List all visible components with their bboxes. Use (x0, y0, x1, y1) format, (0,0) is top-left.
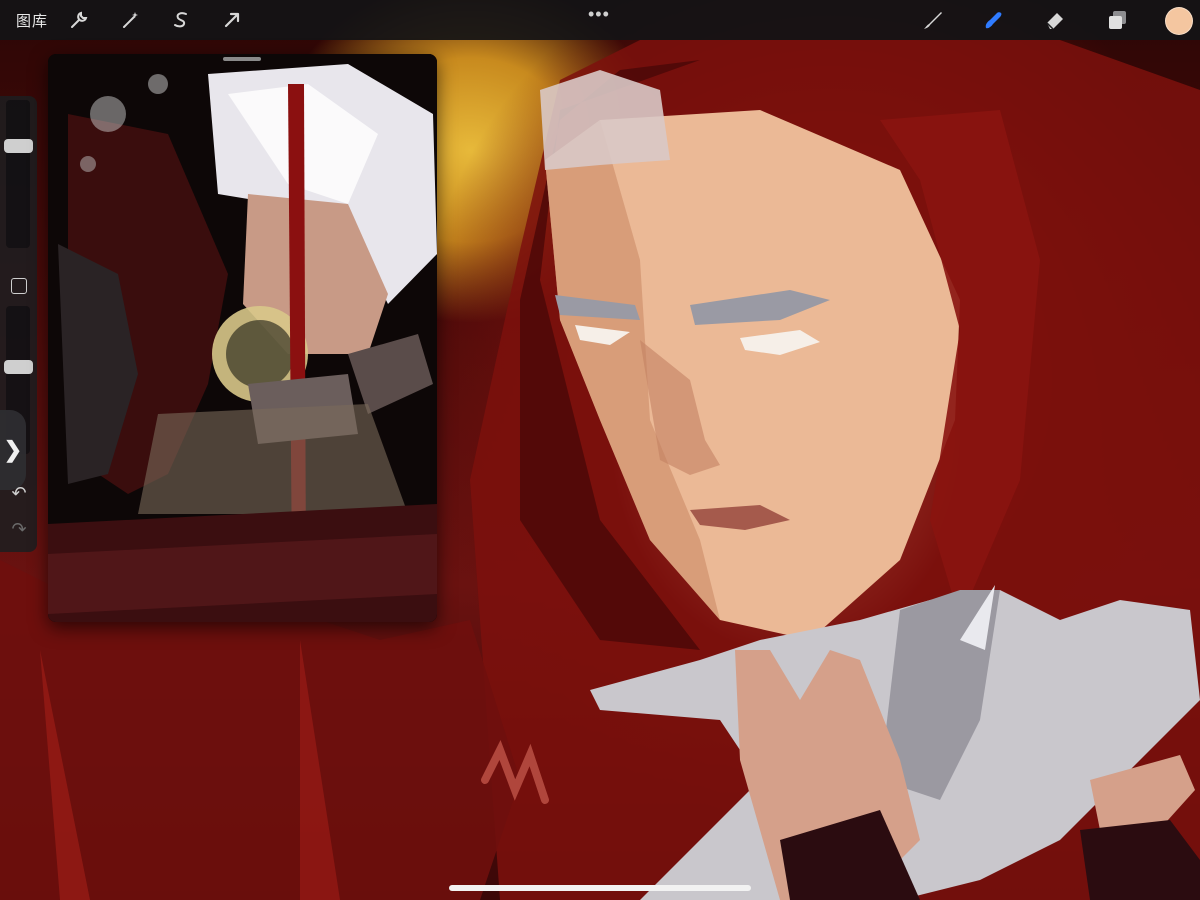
reference-window[interactable] (48, 54, 437, 622)
top-toolbar: 图库 ••• (0, 0, 1200, 40)
reference-window-grabber[interactable] (223, 57, 261, 61)
modify-button[interactable] (11, 278, 27, 294)
wrench-icon[interactable] (66, 7, 92, 33)
reference-image (48, 54, 437, 622)
color-swatch[interactable] (1165, 7, 1193, 35)
home-indicator[interactable] (449, 885, 751, 891)
magic-wand-icon[interactable] (118, 7, 144, 33)
brush-size-slider[interactable] (4, 100, 33, 248)
brush-icon[interactable] (920, 7, 946, 33)
redo-button[interactable]: ↷ (10, 518, 28, 539)
more-options-button[interactable]: ••• (588, 4, 610, 25)
procreate-app: 图库 ••• ❯ ↶ ↷ (0, 0, 1200, 900)
arrow-cursor-icon[interactable] (219, 7, 245, 33)
chevron-right-icon: ❯ (3, 437, 23, 462)
redo-icon: ↷ (11, 518, 27, 539)
layers-icon[interactable] (1104, 7, 1130, 33)
brush-size-thumb[interactable] (4, 139, 33, 153)
eraser-icon[interactable] (1042, 7, 1068, 33)
gallery-button[interactable]: 图库 (16, 10, 48, 31)
selection-s-icon[interactable] (168, 7, 194, 33)
undo-icon: ↶ (11, 482, 27, 503)
undo-button[interactable]: ↶ (10, 482, 28, 503)
opacity-thumb[interactable] (4, 360, 33, 374)
sidebar-expand-handle[interactable]: ❯ (0, 410, 26, 490)
smudge-finger-icon[interactable] (980, 7, 1006, 33)
